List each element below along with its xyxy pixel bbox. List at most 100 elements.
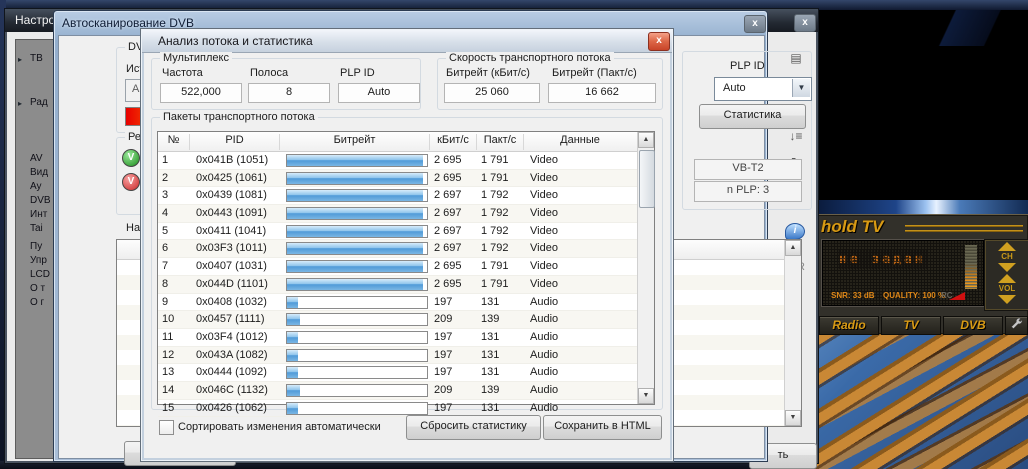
row-kbit: 197 — [434, 295, 452, 310]
scroll-up-icon[interactable]: ▲ — [638, 132, 654, 148]
expand-icon[interactable]: ▸ — [18, 97, 22, 111]
table-row[interactable]: 6 0x03F3 (1011) 2 697 1 792 Video — [158, 240, 637, 258]
bitrate-pakt-label: Битрейт (Пакт/с) — [552, 67, 637, 79]
chevron-down-icon[interactable]: ▼ — [792, 79, 810, 97]
row-pid: 0x043A (1082) — [196, 348, 268, 363]
row-number: 1 — [162, 153, 168, 168]
table-row[interactable]: 4 0x0443 (1091) 2 697 1 792 Video — [158, 205, 637, 223]
table-row[interactable]: 11 0x03F4 (1012) 197 131 Audio — [158, 329, 637, 347]
row-number: 6 — [162, 241, 168, 256]
row-number: 14 — [162, 383, 174, 398]
row-number: 7 — [162, 259, 168, 274]
scroll-down-icon[interactable]: ▼ — [785, 410, 801, 426]
row-kbit: 2 695 — [434, 153, 462, 168]
row-data-type: Video — [530, 188, 558, 203]
row-kbit: 2 697 — [434, 206, 462, 221]
scroll-down-icon[interactable]: ▼ — [638, 388, 654, 404]
table-row[interactable]: 5 0x0411 (1041) 2 697 1 792 Video — [158, 223, 637, 241]
bitrate-kbit-label: Битрейт (кБит/с) — [446, 67, 530, 79]
multiplex-list-scrollbar[interactable]: ▲ ▼ — [784, 240, 801, 426]
multiplex-group-label: Мультиплекс — [160, 52, 232, 64]
row-data-type: Video — [530, 277, 558, 292]
col-header-pid[interactable]: PID — [190, 134, 280, 150]
tv-display-text: не задан — [839, 252, 926, 267]
tv-mode-button[interactable]: TV — [881, 316, 941, 335]
statistics-button[interactable]: Статистика — [699, 104, 806, 129]
expand-icon[interactable]: ▸ — [18, 53, 22, 67]
table-row[interactable]: 14 0x046C (1132) 209 139 Audio — [158, 382, 637, 400]
frequency-label: Частота — [162, 67, 203, 79]
table-row[interactable]: 10 0x0457 (1111) 209 139 Audio — [158, 311, 637, 329]
row-pid: 0x03F3 (1011) — [196, 241, 267, 256]
row-pakt: 1 792 — [481, 188, 509, 203]
table-row[interactable]: 9 0x0408 (1032) 197 131 Audio — [158, 294, 637, 312]
col-header-bitrate[interactable]: Битрейт — [280, 134, 430, 150]
table-row[interactable]: 3 0x0439 (1081) 2 697 1 792 Video — [158, 187, 637, 205]
row-pakt: 131 — [481, 348, 499, 363]
standard-field: VB-T2 — [694, 159, 802, 180]
col-header-data[interactable]: Данные — [524, 134, 636, 150]
plp-id-combobox[interactable]: Auto ▼ — [714, 77, 812, 101]
dialog-close-button[interactable]: x — [648, 32, 670, 51]
frequency-field: 522,000 — [160, 83, 242, 103]
packets-table-scrollbar[interactable]: ▲ ▼ — [637, 132, 654, 404]
plp-id-field: Auto — [338, 83, 420, 103]
row-kbit: 2 697 — [434, 224, 462, 239]
row-data-type: Video — [530, 259, 558, 274]
channel-up-button[interactable] — [998, 242, 1016, 251]
row-bitrate-bar — [286, 313, 428, 326]
table-row[interactable]: 2 0x0425 (1061) 2 695 1 791 Video — [158, 170, 637, 188]
band-label: Полоса — [250, 67, 288, 79]
packets-table-body: 1 0x041B (1051) 2 695 1 791 Video 2 0x04… — [158, 152, 637, 404]
signal-wedge-icon — [949, 292, 965, 300]
row-bitrate-bar — [286, 172, 428, 185]
row-bitrate-bar — [286, 402, 428, 415]
table-row[interactable]: 13 0x0444 (1092) 197 131 Audio — [158, 364, 637, 382]
row-bitrate-bar — [286, 154, 428, 167]
row-pid: 0x0407 (1031) — [196, 259, 267, 274]
sort-auto-checkbox[interactable] — [159, 420, 174, 435]
col-header-n[interactable]: № — [158, 134, 190, 150]
row-number: 15 — [162, 401, 174, 416]
row-pid: 0x0411 (1041) — [196, 224, 266, 239]
row-bitrate-bar — [286, 242, 428, 255]
table-row[interactable]: 12 0x043A (1082) 197 131 Audio — [158, 347, 637, 365]
col-header-kbit[interactable]: кБит/с — [430, 134, 477, 150]
packets-table[interactable]: № PID Битрейт кБит/с Пакт/с Данные 1 0x0… — [157, 131, 655, 405]
autoscan-close-button[interactable]: x — [744, 15, 766, 33]
reset-statistics-button[interactable]: Сбросить статистику — [406, 415, 541, 440]
packets-group-label: Пакеты транспортного потока — [160, 111, 318, 123]
quality-label: QUALITY: 100 % — [883, 291, 945, 300]
dialog-title-bar[interactable]: Анализ потока и статистика — [142, 30, 672, 53]
dvb-mode-button[interactable]: DVB — [943, 316, 1003, 335]
row-pakt: 1 792 — [481, 241, 509, 256]
tv-title-line — [905, 225, 1023, 227]
row-number: 8 — [162, 277, 168, 292]
sort-auto-checkbox-label: Сортировать изменения автоматически — [178, 421, 381, 433]
settings-close-button[interactable]: x — [794, 14, 816, 32]
row-kbit: 197 — [434, 330, 452, 345]
tv-app-skin: hold TV не задан SNR: 33 dB QUALITY: 100… — [817, 214, 1028, 334]
row-pid: 0x046C (1132) — [196, 383, 268, 398]
bitrate-pakt-field: 16 662 — [548, 83, 656, 103]
row-number: 12 — [162, 348, 174, 363]
row-bitrate-bar — [286, 366, 428, 379]
signal-meter-bars — [965, 245, 977, 289]
stream-analysis-dialog: Анализ потока и статистика x Мультиплекс… — [140, 28, 674, 462]
scroll-up-icon[interactable]: ▲ — [785, 240, 801, 256]
radio-mode-button[interactable]: Radio — [819, 316, 879, 335]
volume-down-button[interactable] — [998, 295, 1016, 304]
scrollbar-thumb[interactable] — [639, 150, 655, 208]
row-bitrate-bar — [286, 260, 428, 273]
table-row[interactable]: 7 0x0407 (1031) 2 695 1 791 Video — [158, 258, 637, 276]
table-row[interactable]: 1 0x041B (1051) 2 695 1 791 Video — [158, 152, 637, 170]
row-pakt: 139 — [481, 383, 499, 398]
volume-up-button[interactable] — [998, 274, 1016, 283]
info-icon[interactable]: i — [785, 223, 805, 240]
channel-down-button[interactable] — [998, 263, 1016, 272]
save-html-button[interactable]: Сохранить в HTML — [543, 415, 662, 440]
row-kbit: 197 — [434, 401, 452, 416]
table-row[interactable]: 8 0x044D (1101) 2 695 1 791 Video — [158, 276, 637, 294]
col-header-pakt[interactable]: Пакт/с — [477, 134, 524, 150]
settings-wrench-button[interactable] — [1005, 316, 1028, 335]
